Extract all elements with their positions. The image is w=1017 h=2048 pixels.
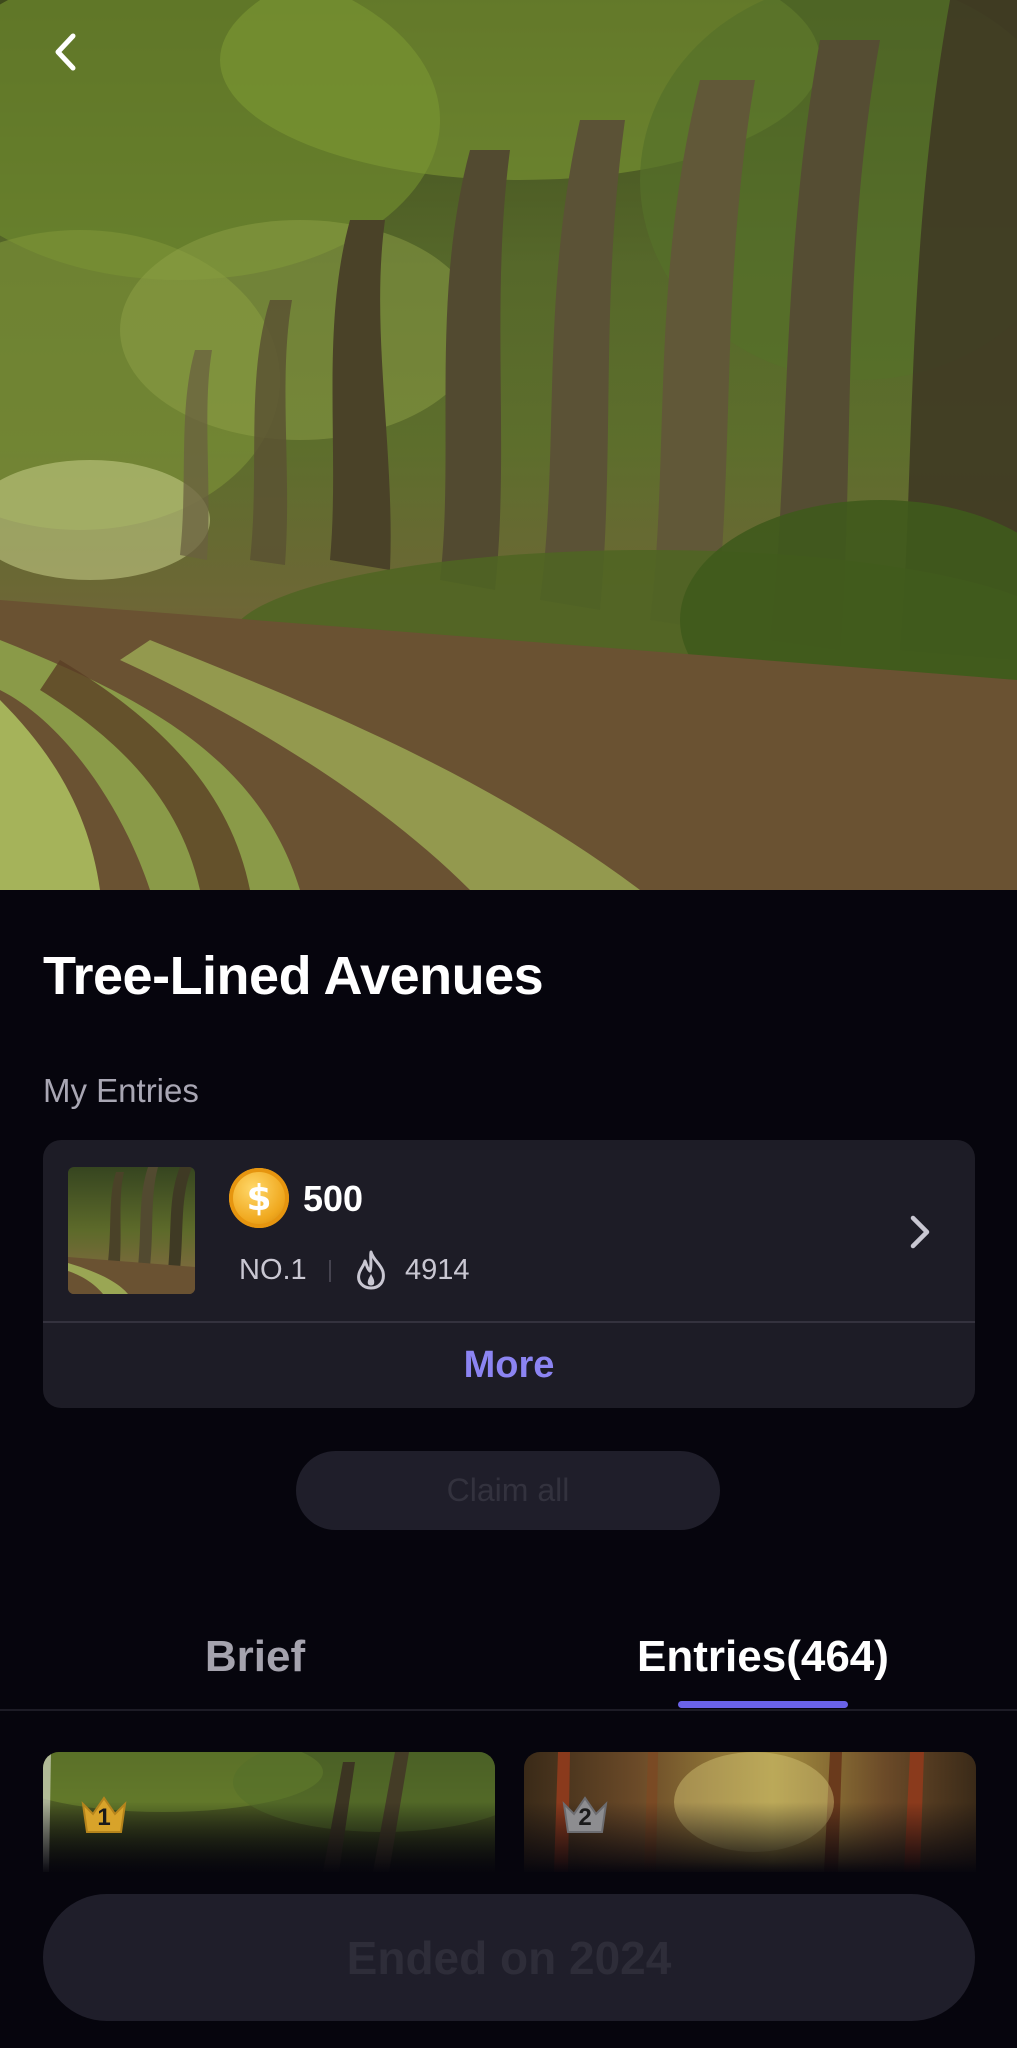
- tab-brief[interactable]: Brief: [100, 1622, 410, 1692]
- rank-number: 1: [97, 1804, 111, 1831]
- rank-number: 2: [578, 1804, 592, 1831]
- entry-card-1[interactable]: 1: [43, 1752, 495, 1872]
- silver-crown-icon: 2: [560, 1792, 610, 1836]
- page-title: Tree-Lined Avenues: [43, 946, 544, 1006]
- forest-illustration: [0, 0, 1017, 890]
- back-button[interactable]: [52, 32, 102, 82]
- tab-entries[interactable]: Entries(464): [610, 1622, 916, 1692]
- reward-amount: 500: [303, 1178, 364, 1219]
- coin-icon: $: [229, 1168, 289, 1228]
- my-entries-label: My Entries: [43, 1072, 199, 1109]
- tabs-divider: [0, 1709, 1017, 1711]
- hero-image: [0, 0, 1017, 890]
- entry-thumbnail: [68, 1167, 195, 1294]
- chevron-right-icon: [910, 1215, 930, 1249]
- my-entry-row[interactable]: $ 500 NO.1 4914: [43, 1140, 975, 1321]
- fire-icon: [357, 1250, 385, 1290]
- ended-status-button[interactable]: Ended on 2024: [43, 1894, 975, 2021]
- claim-all-button[interactable]: Claim all: [296, 1451, 720, 1530]
- chevron-left-icon: [55, 33, 76, 71]
- gold-crown-icon: 1: [79, 1792, 129, 1836]
- more-button[interactable]: More: [43, 1323, 975, 1408]
- entry-card-2[interactable]: 2: [524, 1752, 976, 1872]
- active-tab-indicator: [678, 1701, 848, 1708]
- separator: [329, 1260, 331, 1282]
- my-entries-card: $ 500 NO.1 4914 More: [43, 1140, 975, 1408]
- entry-rank: NO.1: [239, 1254, 307, 1286]
- heat-count: 4914: [405, 1254, 470, 1286]
